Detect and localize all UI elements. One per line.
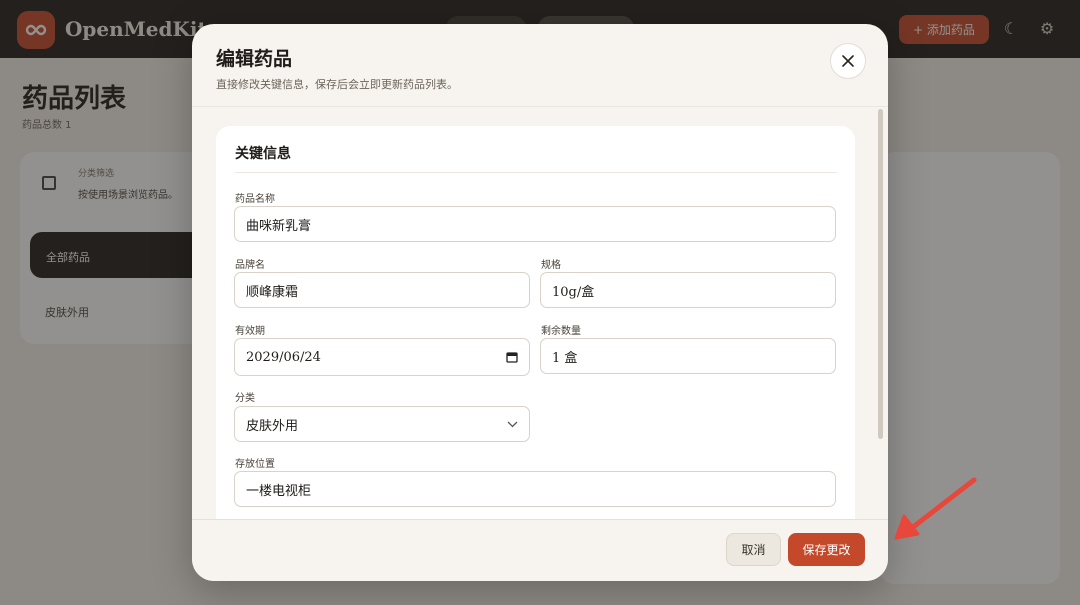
close-icon — [842, 55, 854, 67]
quantity-value: 1 盒 — [552, 350, 578, 366]
quantity-label: 剩余数量 — [541, 326, 581, 337]
brand-input[interactable]: 顺峰康霜 — [234, 272, 530, 308]
scrollbar[interactable] — [878, 109, 883, 439]
divider — [235, 172, 837, 173]
dialog-title: 编辑药品 — [216, 48, 293, 70]
category-value: 皮肤外用 — [246, 418, 299, 434]
dialog-scroll-area[interactable]: 关键信息 药品名称 曲咪新乳膏 品牌名 顺峰康霜 规格 10g/盒 有效期 20… — [192, 107, 888, 519]
spec-label: 规格 — [541, 260, 561, 271]
annotation-arrow-icon — [894, 477, 977, 540]
section-title: 关键信息 — [235, 146, 291, 162]
expiry-value: 2029/06/24 — [246, 349, 321, 365]
expiry-label: 有效期 — [235, 326, 265, 337]
key-info-card: 关键信息 药品名称 曲咪新乳膏 品牌名 顺峰康霜 规格 10g/盒 有效期 20… — [216, 126, 855, 519]
dialog-footer: 取消 保存更改 — [192, 520, 888, 581]
brand-label: 品牌名 — [235, 260, 265, 271]
spec-value: 10g/盒 — [552, 284, 595, 300]
save-changes-button[interactable]: 保存更改 — [788, 533, 865, 566]
cancel-button[interactable]: 取消 — [726, 533, 781, 566]
brand-value: 顺峰康霜 — [246, 284, 299, 300]
calendar-icon[interactable] — [506, 351, 518, 363]
expiry-date-input[interactable]: 2029/06/24 — [234, 338, 530, 376]
dialog-description: 直接修改关键信息，保存后会立即更新药品列表。 — [216, 78, 458, 91]
category-select[interactable]: 皮肤外用 — [234, 406, 530, 442]
name-input[interactable]: 曲咪新乳膏 — [234, 206, 836, 242]
category-label: 分类 — [235, 393, 255, 404]
location-value: 一楼电视柜 — [246, 483, 312, 499]
edit-medicine-dialog: 编辑药品 直接修改关键信息，保存后会立即更新药品列表。 关键信息 药品名称 曲咪… — [192, 24, 888, 581]
name-value: 曲咪新乳膏 — [246, 218, 312, 234]
close-button[interactable] — [830, 43, 866, 79]
quantity-input[interactable]: 1 盒 — [540, 338, 836, 374]
location-input[interactable]: 一楼电视柜 — [234, 471, 836, 507]
spec-input[interactable]: 10g/盒 — [540, 272, 836, 308]
chevron-down-icon — [507, 421, 518, 428]
name-label: 药品名称 — [235, 194, 275, 205]
location-label: 存放位置 — [235, 459, 275, 470]
